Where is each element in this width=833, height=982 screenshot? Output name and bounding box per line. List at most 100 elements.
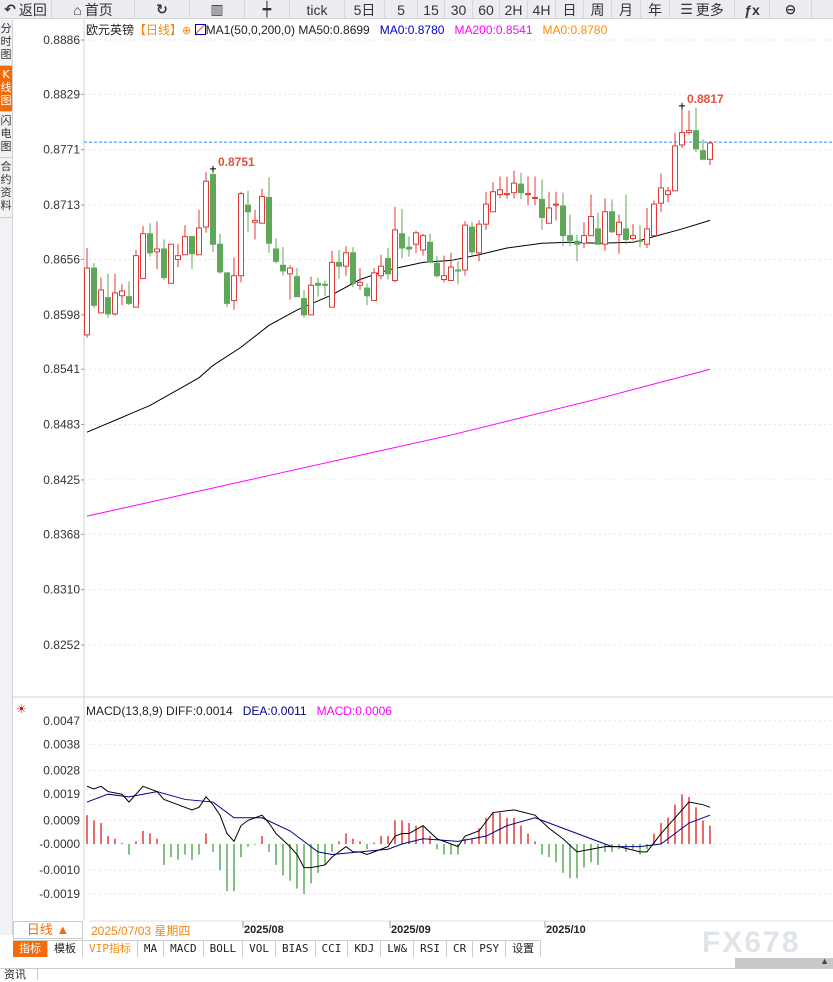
candle-body: [238, 193, 244, 277]
macd-axis-label: 0.0047: [43, 714, 80, 728]
candle: [553, 191, 559, 221]
candle-body: [399, 233, 405, 249]
settings-circle-icon[interactable]: ⊕: [182, 25, 191, 37]
candle: [623, 194, 629, 245]
candle-body: [693, 130, 699, 150]
indicator-tab-BOLL[interactable]: BOLL: [203, 941, 244, 957]
candle-body: [182, 236, 188, 256]
indicator-tab-VOL[interactable]: VOL: [243, 941, 276, 957]
candle: [98, 277, 104, 314]
indicator-icon[interactable]: [194, 24, 206, 35]
price-axis-label: 0.8310: [43, 583, 80, 597]
candle-body: [483, 203, 489, 225]
candle-body: [245, 204, 251, 213]
indicator-tab-MA[interactable]: MA: [137, 941, 165, 957]
candle: [266, 177, 272, 253]
ma50-value: MA50:0.8699: [298, 23, 370, 37]
symbol-name: 欧元英镑: [86, 23, 135, 37]
indicator-name: MA1(50,0,200,0): [205, 23, 295, 37]
info-tab[interactable]: 资讯: [0, 968, 38, 981]
candle-body: [287, 267, 293, 275]
candle-body: [175, 255, 181, 260]
indicator-tab-指标[interactable]: 指标: [13, 941, 48, 957]
candle: [413, 230, 419, 253]
candle-body: [385, 258, 391, 275]
candle: [455, 261, 461, 285]
indicator-tab-BIAS[interactable]: BIAS: [276, 941, 316, 957]
candle: [469, 222, 475, 256]
indicator-tab-RSI[interactable]: RSI: [414, 941, 447, 957]
candle: [231, 257, 237, 311]
candle-body: [532, 196, 538, 199]
high-marker-cross: [679, 102, 685, 109]
candle: [504, 176, 510, 199]
candle-body: [497, 189, 503, 196]
candle: [595, 212, 601, 245]
indicator-tab-模板[interactable]: 模板: [48, 941, 83, 957]
candle: [294, 268, 300, 298]
candle-body: [224, 272, 230, 304]
candle-body: [420, 235, 426, 251]
candle: [126, 281, 132, 306]
candle-body: [602, 211, 608, 245]
candle: [609, 199, 615, 233]
candle: [497, 176, 503, 199]
indicator-tab-CR[interactable]: CR: [447, 941, 474, 957]
scroll-up-arrow-icon[interactable]: ▲: [820, 956, 829, 966]
dea-line: [86, 791, 711, 855]
macd-value: MACD:0.0006: [316, 704, 392, 718]
chart-canvas[interactable]: 0.8886 0.8829 0.8771 0.8713 0.8656 0.8598 0.85…: [0, 0, 833, 980]
candle: [336, 249, 342, 279]
indicator-tab-KDJ[interactable]: KDJ: [348, 941, 382, 957]
candle-body: [315, 282, 321, 286]
candle: [182, 225, 188, 256]
candle-body: [189, 236, 195, 255]
candle-body: [336, 261, 342, 267]
high-price-label: 0.8817: [687, 92, 724, 106]
candle: [273, 238, 279, 264]
candle-body: [91, 267, 97, 306]
candle: [238, 191, 244, 283]
candle: [686, 110, 692, 135]
candle-body: [504, 193, 510, 196]
candle-body: [665, 190, 671, 196]
candle: [259, 188, 265, 224]
dea-value: DEA:0.0011: [242, 704, 307, 718]
indicator-tab-MACD[interactable]: MACD: [164, 941, 204, 957]
candle-body: [672, 145, 678, 192]
candle: [217, 233, 223, 274]
candle-body: [280, 264, 286, 272]
candle: [175, 244, 181, 268]
indicator-tab-LW&[interactable]: LW&: [381, 941, 415, 957]
candle: [378, 254, 384, 280]
candle-body: [140, 233, 146, 280]
period-select-button[interactable]: 日线 ▲: [13, 921, 83, 939]
ma200-line: [86, 368, 711, 517]
candle-body: [707, 142, 713, 160]
candle-body: [434, 262, 440, 277]
candle-body: [210, 174, 216, 245]
price-axis-label: 0.8771: [43, 143, 80, 157]
candle-body: [651, 203, 657, 237]
candle-body: [378, 265, 384, 277]
candle: [133, 249, 139, 308]
sun-settings-icon[interactable]: ☀: [16, 702, 27, 716]
candle-body: [112, 292, 118, 315]
candle: [399, 208, 405, 259]
candle: [245, 190, 251, 232]
indicator-tab-VIP指标[interactable]: VIP指标: [83, 941, 138, 957]
candle: [210, 168, 216, 252]
candle-body: [511, 182, 517, 194]
macd-axis-label: 0.0009: [43, 813, 80, 827]
candle-body: [595, 228, 601, 245]
candle-body: [679, 132, 685, 146]
candle: [588, 194, 594, 237]
candle-body: [623, 228, 629, 240]
candle: [658, 173, 664, 212]
indicator-tab-CCI[interactable]: CCI: [315, 941, 349, 957]
indicator-tab-设置[interactable]: 设置: [506, 941, 542, 957]
candle-body: [469, 226, 475, 253]
candle-body: [476, 223, 482, 254]
scrollbar[interactable]: ▲: [735, 956, 833, 968]
indicator-tab-PSY[interactable]: PSY: [473, 941, 507, 957]
